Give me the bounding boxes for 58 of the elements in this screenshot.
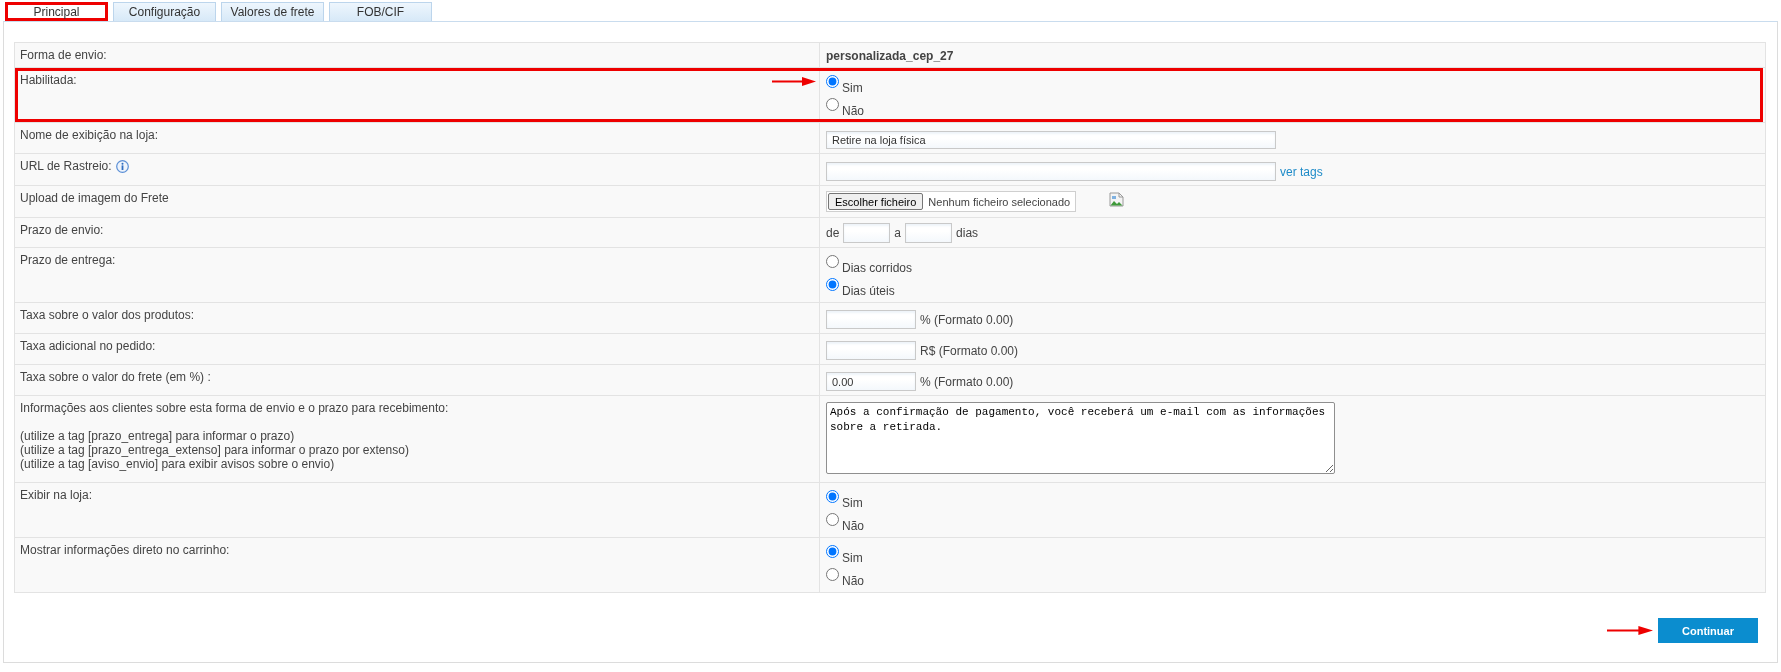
field-label: Mostrar informações direto no carrinho: bbox=[20, 543, 230, 557]
unit-hint: R$ (Formato 0.00) bbox=[920, 343, 1019, 358]
field-label: Taxa sobre o valor do frete (em %) : bbox=[20, 370, 211, 384]
radio-button[interactable] bbox=[826, 568, 839, 581]
radio-label[interactable]: Sim bbox=[842, 490, 863, 510]
field-label: Habilitada: bbox=[20, 73, 77, 87]
hint-text: (utilize a tag [aviso_envio] para exibir avisos sobre o envio) bbox=[20, 457, 336, 471]
unit-hint: % (Formato 0.00) bbox=[920, 374, 1014, 389]
field-label: Upload de imagem do Frete bbox=[20, 191, 169, 205]
message-textarea[interactable]: Após a confirmação de pagamento, você receberá um e-mail com as informações sobre a retirada. bbox=[826, 402, 1335, 474]
range-text: de bbox=[826, 226, 840, 240]
hint-text: (utilize a tag [prazo_entrega] para informar o prazo) bbox=[20, 429, 296, 443]
text-field[interactable]: 0.00 bbox=[826, 372, 916, 391]
field-label: Prazo de envio: bbox=[20, 223, 104, 237]
field-value: personalizada_cep_27 bbox=[826, 49, 954, 63]
text-field[interactable] bbox=[905, 223, 953, 243]
unit-hint: % (Formato 0.00) bbox=[920, 312, 1014, 327]
field-label: Informações aos clientes sobre esta forma de envio e o prazo para recebimento: bbox=[20, 401, 449, 415]
radio-button[interactable] bbox=[826, 513, 839, 526]
choose-file-button[interactable]: Escolher ficheiro bbox=[828, 193, 924, 210]
info-icon bbox=[115, 159, 129, 173]
hint-text: (utilize a tag [prazo_entrega_extenso] para informar o prazo por extenso) bbox=[20, 443, 410, 457]
tab[interactable]: Valores de frete bbox=[221, 2, 324, 21]
tags-link[interactable]: ver tags bbox=[1280, 164, 1323, 179]
field-label: Prazo de entrega: bbox=[20, 253, 116, 267]
field-label: Taxa adicional no pedido: bbox=[20, 339, 156, 353]
radio-button[interactable] bbox=[826, 278, 839, 291]
field-label: Forma de envio: bbox=[20, 48, 107, 62]
tab[interactable]: Principal bbox=[5, 2, 108, 21]
file-field[interactable]: Escolher ficheiro Nenhum ficheiro selecionado bbox=[826, 191, 1077, 212]
radio-label[interactable]: Sim bbox=[842, 75, 863, 95]
continue-button[interactable]: Continuar bbox=[1658, 618, 1758, 643]
radio-label[interactable]: Dias úteis bbox=[842, 278, 895, 298]
text-field[interactable] bbox=[826, 310, 916, 329]
field-label: Nome de exibição na loja: bbox=[20, 128, 159, 142]
tab[interactable]: FOB/CIF bbox=[329, 2, 432, 21]
radio-label[interactable]: Dias corridos bbox=[842, 255, 913, 275]
radio-label[interactable]: Não bbox=[842, 513, 864, 533]
radio-button[interactable] bbox=[826, 490, 839, 503]
text-field[interactable] bbox=[826, 341, 916, 360]
radio-button[interactable] bbox=[826, 255, 839, 268]
radio-button[interactable] bbox=[826, 75, 839, 88]
broken-image-icon bbox=[1109, 192, 1125, 207]
radio-label[interactable]: Não bbox=[842, 568, 864, 588]
range-text: a bbox=[894, 226, 902, 240]
radio-button[interactable] bbox=[826, 545, 839, 558]
field-label: URL de Rastreio: bbox=[20, 159, 112, 173]
text-field[interactable] bbox=[843, 223, 891, 243]
field-label: Exibir na loja: bbox=[20, 488, 93, 502]
radio-label[interactable]: Sim bbox=[842, 545, 863, 565]
field-label: Taxa sobre o valor dos produtos: bbox=[20, 308, 195, 322]
text-field[interactable] bbox=[826, 162, 1276, 181]
range-text: dias bbox=[956, 226, 979, 240]
file-status-text: Nenhum ficheiro selecionado bbox=[928, 195, 1071, 208]
tab[interactable]: Configuração bbox=[113, 2, 216, 21]
radio-label[interactable]: Não bbox=[842, 98, 864, 118]
text-field[interactable]: Retire na loja física bbox=[826, 131, 1276, 149]
radio-button[interactable] bbox=[826, 98, 839, 111]
